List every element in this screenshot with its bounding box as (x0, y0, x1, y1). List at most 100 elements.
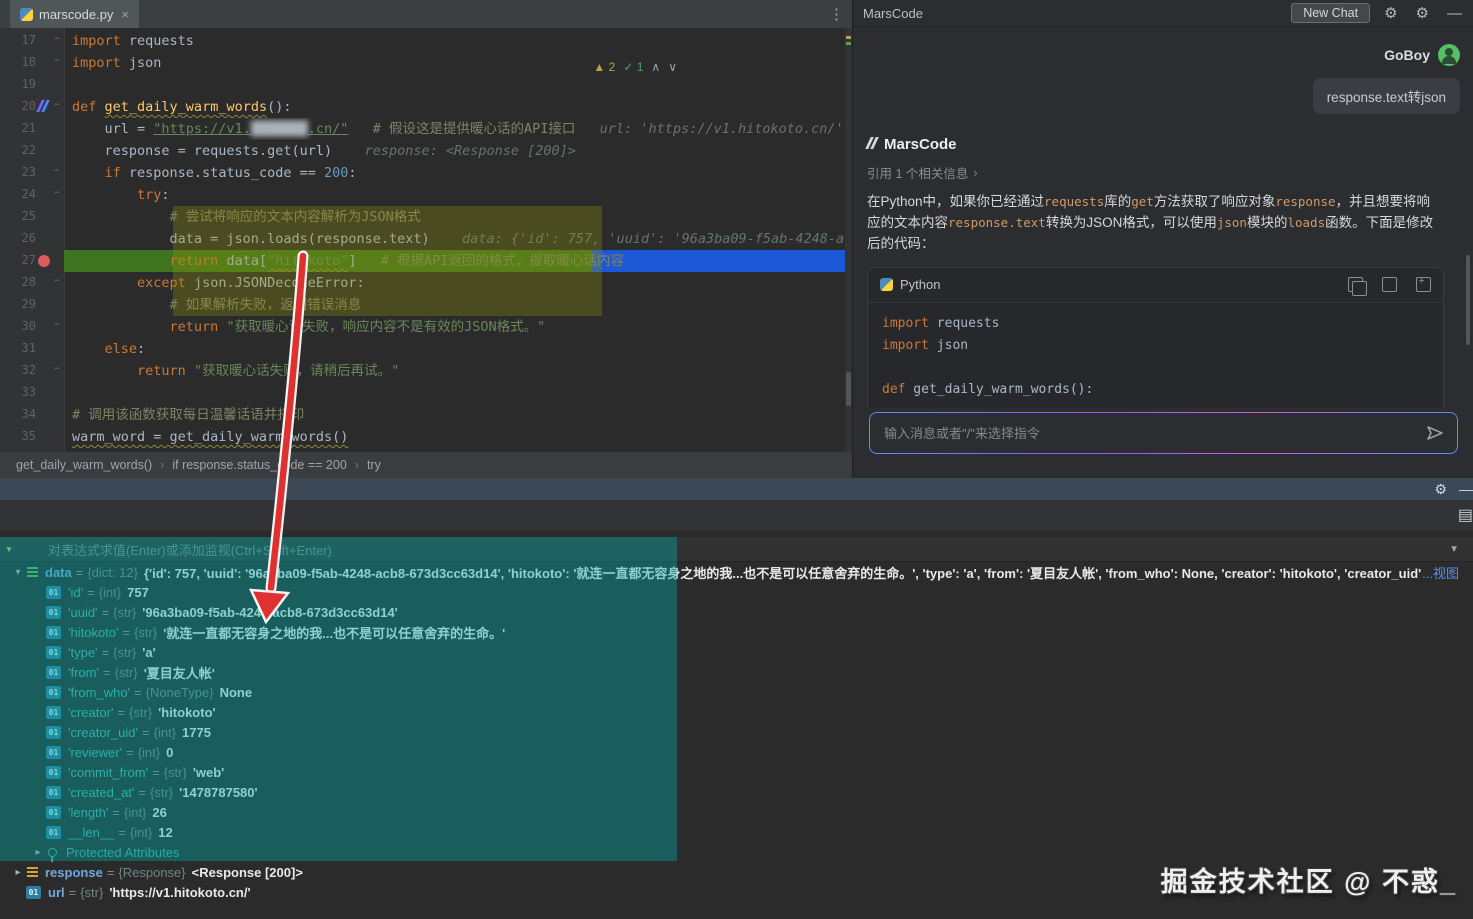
chat-input[interactable] (882, 425, 1425, 442)
code-line-24[interactable]: try: (64, 184, 845, 206)
breadcrumb-try[interactable]: try (367, 458, 381, 472)
copy-code-icon[interactable] (1348, 277, 1363, 292)
evaluate-expression-row[interactable]: ▼ 对表达式求值(Enter)或添加监视(Ctrl+Shift+Enter) ▼ (0, 537, 1473, 562)
code-line-34[interactable]: # 调用该函数获取每日温馨话语并打印 (64, 404, 845, 426)
fold-icon[interactable]: − (54, 364, 59, 374)
code-line-19[interactable] (64, 74, 845, 96)
code-line-35[interactable]: warm_word = get_daily_warm_words() (64, 426, 845, 448)
variable-row[interactable]: 01'length'={int}26 (0, 802, 1473, 822)
code-line-22[interactable]: response = requests.get(url) response: <… (64, 140, 845, 162)
fold-icon[interactable]: − (54, 100, 59, 110)
code-line-25[interactable]: # 尝试将响应的文本内容解析为JSON格式 (64, 206, 845, 228)
tree-chevron-icon[interactable]: ▸ (30, 847, 46, 858)
gutter-row[interactable]: 29 (10, 294, 64, 316)
code-line-26[interactable]: data = json.loads(response.text) data: {… (64, 228, 845, 250)
inspections-widget[interactable]: ▲ 2 ✓ 1 ∧ ∨ (593, 60, 677, 74)
gutter-row[interactable]: 19 (10, 74, 64, 96)
code-line-30[interactable]: return "获取暖心话失败，响应内容不是有效的JSON格式。" (64, 316, 845, 338)
code-line-28[interactable]: except json.JSONDecodeError: (64, 272, 845, 294)
gutter-row[interactable]: 21 (10, 118, 64, 140)
minimize-icon[interactable]: — (1443, 5, 1466, 22)
tab-filename: marscode.py (39, 7, 113, 22)
chat-input-box[interactable] (869, 412, 1458, 454)
variable-row[interactable]: 01'type'={str}'a' (0, 642, 1473, 662)
variable-row[interactable]: ▾data={dict: 12}{'id': 757, 'uuid': '96a… (0, 562, 1473, 582)
variable-row[interactable]: 01'from'={str}'夏目友人帐' (0, 662, 1473, 682)
variable-row[interactable]: ▸Protected Attributes (0, 842, 1473, 862)
gear-icon[interactable]: ⚙ (1412, 4, 1433, 22)
variable-row[interactable]: 01'id'={int}757 (0, 582, 1473, 602)
code-line-32[interactable]: return "获取暖心话失败，请稍后再试。" (64, 360, 845, 382)
code-line-21[interactable]: url = "https://v1.███████.cn/" # 假设这是提供暖… (64, 118, 845, 140)
code-line-23[interactable]: if response.status_code == 200: (64, 162, 845, 184)
fold-icon[interactable]: − (54, 166, 59, 176)
gutter-row[interactable]: 28− (10, 272, 64, 294)
breadcrumb-if[interactable]: if response.status_code == 200 (172, 458, 346, 472)
variable-row[interactable]: 01'creator'={str}'hitokoto' (0, 702, 1473, 722)
variable-row[interactable]: 01'uuid'={str}'96a3ba09-f5ab-4248-acb8-6… (0, 602, 1473, 622)
next-issue-icon[interactable]: ∨ (668, 60, 677, 74)
code-line-31[interactable]: else: (64, 338, 845, 360)
scrollbar-thumb[interactable] (846, 372, 851, 406)
code-area[interactable]: import requestsimport json def get_daily_… (64, 28, 845, 452)
fold-icon[interactable]: − (54, 34, 59, 44)
gutter-row[interactable]: 18− (10, 52, 64, 74)
tab-marscode-py[interactable]: marscode.py × (10, 0, 139, 28)
fold-icon[interactable]: − (54, 56, 59, 66)
gear-icon[interactable]: ⚙ (1380, 4, 1401, 22)
close-tab-icon[interactable]: × (121, 7, 129, 22)
editor-gutter[interactable]: 17−18−1920−212223−24−25262728−2930−3132−… (10, 28, 65, 452)
fold-icon[interactable]: − (54, 276, 59, 286)
new-file-icon[interactable] (1416, 277, 1431, 292)
reference-link[interactable]: 引用 1 个相关信息 › (867, 163, 1460, 182)
prev-issue-icon[interactable]: ∧ (651, 60, 660, 74)
gutter-row[interactable]: 17− (10, 30, 64, 52)
marscode-gutter-icon[interactable] (38, 99, 54, 115)
variable-row[interactable]: 01__len__={int}12 (0, 822, 1473, 842)
code-editor[interactable]: 17−18−1920−212223−24−25262728−2930−3132−… (10, 28, 845, 452)
insert-code-icon[interactable] (1382, 277, 1397, 292)
gutter-row[interactable]: 27 (10, 250, 64, 272)
variable-row[interactable]: 01'created_at'={str}'1478787580' (0, 782, 1473, 802)
tab-bar-more-icon[interactable]: ⋮ (821, 0, 852, 28)
editor-scrollbar[interactable] (845, 28, 852, 452)
code-line-20[interactable]: def get_daily_warm_words(): (64, 96, 845, 118)
gutter-row[interactable]: 24− (10, 184, 64, 206)
fold-icon[interactable]: − (54, 188, 59, 198)
code-line-33[interactable] (64, 382, 845, 404)
fold-icon[interactable]: − (54, 320, 59, 330)
gutter-row[interactable]: 22 (10, 140, 64, 162)
view-link[interactable]: ...视图 (1422, 563, 1473, 582)
gutter-row[interactable]: 25 (10, 206, 64, 228)
variable-row[interactable]: 01'hitokoto'={str}'就连一直都无容身之地的我...也不是可以任… (0, 622, 1473, 642)
gutter-row[interactable]: 23− (10, 162, 64, 184)
gear-icon[interactable]: ⚙ (1434, 481, 1447, 498)
dropdown-icon[interactable]: ▼ (1449, 544, 1459, 555)
gutter-row[interactable]: 30− (10, 316, 64, 338)
code-line-18[interactable]: import json (64, 52, 845, 74)
code-line-29[interactable]: # 如果解析失败，返回错误消息 (64, 294, 845, 316)
chat-area[interactable]: GoBoy response.text转json MarsCode 引用 1 个… (853, 26, 1473, 408)
variable-row[interactable]: 01'from_who'={NoneType}None (0, 682, 1473, 702)
variable-row[interactable]: 01'creator_uid'={int}1775 (0, 722, 1473, 742)
chat-scrollbar[interactable] (1466, 255, 1470, 345)
gutter-row[interactable]: 33 (10, 382, 64, 404)
send-icon[interactable] (1425, 424, 1445, 442)
tree-chevron-icon[interactable]: ▾ (10, 567, 26, 578)
minimize-icon[interactable]: — (1459, 481, 1473, 497)
gutter-row[interactable]: 35 (10, 426, 64, 448)
code-line-27[interactable]: return data["hitokoto"] # 根据API返回的格式，提取暖… (64, 250, 845, 272)
gutter-row[interactable]: 31 (10, 338, 64, 360)
new-chat-button[interactable]: New Chat (1291, 3, 1370, 23)
variable-row[interactable]: 01'reviewer'={int}0 (0, 742, 1473, 762)
breadcrumb-function[interactable]: get_daily_warm_words() (16, 458, 152, 472)
gutter-row[interactable]: 32− (10, 360, 64, 382)
variable-row[interactable]: 01'commit_from'={str}'web' (0, 762, 1473, 782)
gutter-row[interactable]: 20− (10, 96, 64, 118)
gutter-row[interactable]: 26 (10, 228, 64, 250)
breakpoint-icon[interactable] (38, 255, 50, 267)
layout-panel-icon[interactable]: ▤ (1458, 505, 1473, 525)
tree-chevron-icon[interactable]: ▸ (10, 867, 26, 878)
code-line-17[interactable]: import requests (64, 30, 845, 52)
gutter-row[interactable]: 34 (10, 404, 64, 426)
